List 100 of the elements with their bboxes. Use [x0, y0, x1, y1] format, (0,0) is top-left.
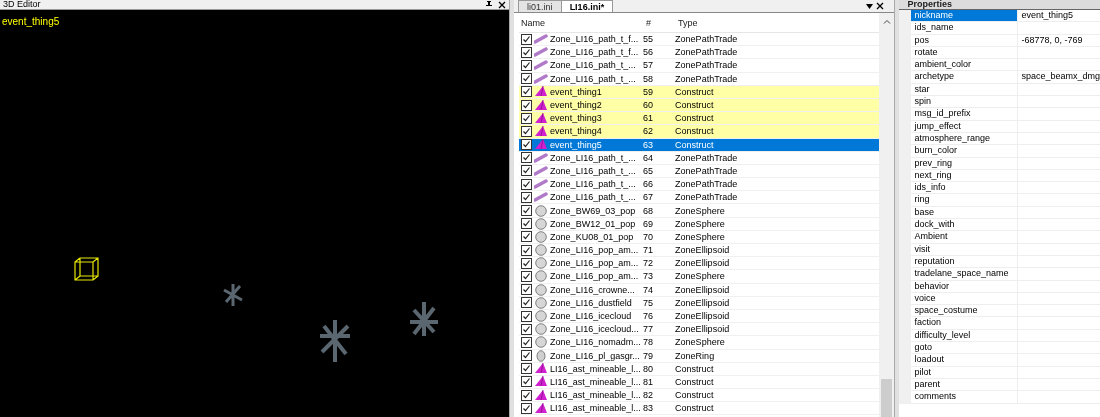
property-name[interactable]: ids_info — [911, 182, 1019, 194]
list-row[interactable]: Zone_BW12_01_pop 69 ZoneSphere — [519, 217, 880, 231]
checkbox[interactable] — [521, 231, 533, 243]
checkbox[interactable] — [521, 178, 533, 190]
property-name[interactable]: jump_effect — [911, 120, 1019, 132]
checkbox[interactable] — [521, 363, 533, 375]
property-name[interactable]: archetype — [911, 71, 1019, 83]
property-name[interactable]: goto — [911, 342, 1019, 354]
property-name[interactable]: visit — [911, 243, 1019, 255]
property-name[interactable]: loadout — [911, 354, 1019, 366]
property-name[interactable]: rotate — [911, 46, 1019, 59]
list-row[interactable]: Zone_LI16_path_t_... 65 ZonePathTrade — [519, 164, 880, 179]
property-value[interactable]: event_thing5 — [1018, 10, 1100, 22]
list-row[interactable]: event_thing3 61 Construct — [519, 112, 880, 126]
checkbox[interactable] — [521, 350, 533, 362]
list-row[interactable]: Zone_LI16_nomadm... 78 ZoneSphere — [519, 336, 880, 350]
checkbox[interactable] — [521, 73, 533, 85]
checkbox[interactable] — [521, 191, 533, 203]
property-name[interactable]: base — [911, 206, 1019, 219]
property-name[interactable]: dock_with — [911, 219, 1019, 231]
checkbox[interactable] — [521, 270, 533, 282]
pin-icon[interactable] — [485, 1, 494, 9]
checkbox[interactable] — [521, 376, 533, 388]
property-name[interactable]: behavior — [911, 280, 1019, 292]
list-row[interactable]: LI16_ast_mineable_l... 82 Construct — [519, 389, 880, 403]
checkbox[interactable] — [521, 402, 533, 414]
property-name[interactable]: voice — [911, 292, 1019, 305]
column-header[interactable]: Type — [678, 17, 880, 28]
list-row[interactable]: event_thing4 62 Construct — [519, 125, 880, 139]
list-row[interactable]: LI16_ast_mineable_l... 83 Construct — [519, 402, 880, 416]
column-header[interactable]: # — [643, 17, 679, 28]
checkbox[interactable] — [521, 284, 533, 296]
property-name[interactable]: Ambient — [911, 231, 1019, 243]
checkbox[interactable] — [521, 205, 533, 217]
checkbox[interactable] — [521, 59, 533, 71]
property-value[interactable]: -68778, 0, -769 — [1018, 34, 1100, 46]
list-row[interactable]: Zone_LI16_path_t_f... 55 ZonePathTrade — [519, 33, 880, 47]
property-value[interactable]: space_beamx_dmg — [1018, 71, 1100, 83]
property-name[interactable]: atmosphere_range — [911, 132, 1019, 145]
property-name[interactable]: next_ring — [911, 169, 1019, 182]
list-row[interactable]: Zone_LI16_path_t_... 58 ZonePathTrade — [519, 72, 880, 86]
checkbox[interactable] — [521, 152, 533, 164]
scroll-thumb[interactable] — [881, 379, 893, 417]
checkbox[interactable] — [521, 389, 533, 401]
checkbox[interactable] — [521, 125, 533, 137]
list-row[interactable]: Zone_LI16_icecloud... 77 ZoneEllipsoid — [519, 323, 880, 337]
checkbox[interactable] — [521, 139, 533, 151]
property-name[interactable]: tradelane_space_name — [911, 268, 1019, 280]
property-name[interactable]: msg_id_prefix — [911, 108, 1019, 120]
property-name[interactable]: comments — [911, 391, 1019, 403]
property-name[interactable]: ring — [911, 194, 1019, 206]
property-name[interactable]: prev_ring — [911, 157, 1019, 169]
list-row[interactable]: Zone_LI16_crowne... 74 ZoneEllipsoid — [519, 283, 880, 297]
list-row[interactable]: Zone_KU08_01_pop 70 ZoneSphere — [519, 230, 880, 244]
list-row[interactable]: Zone_LI16_path_t_f... 56 ZonePathTrade — [519, 46, 880, 60]
list-row[interactable]: Zone_LI16_pl_gasgr... 79 ZoneRing — [519, 349, 880, 363]
dropdown-icon[interactable] — [866, 3, 874, 9]
checkbox[interactable] — [521, 46, 533, 58]
list-row[interactable]: Zone_LI16_pop_am... 72 ZoneEllipsoid — [519, 257, 880, 271]
property-name[interactable]: ids_name — [911, 22, 1019, 34]
property-name[interactable]: spin — [911, 96, 1019, 108]
list-row[interactable]: Zone_LI16_path_t_... 67 ZonePathTrade — [519, 191, 880, 205]
list-row[interactable]: Zone_LI16_pop_am... 73 ZoneSphere — [519, 270, 880, 284]
checkbox[interactable] — [521, 257, 533, 269]
property-name[interactable]: pos — [911, 34, 1019, 46]
file-tab[interactable]: li01.ini — [518, 0, 562, 12]
property-name[interactable]: reputation — [911, 255, 1019, 268]
list-row[interactable]: Zone_LI16_path_t_... 64 ZonePathTrade — [519, 151, 880, 165]
checkbox[interactable] — [521, 112, 533, 124]
list-row[interactable]: LI16_ast_mineable_l... 81 Construct — [519, 375, 880, 390]
close-icon[interactable] — [876, 2, 885, 10]
property-name[interactable]: ambient_color — [911, 59, 1019, 71]
property-name[interactable]: burn_color — [911, 145, 1019, 157]
list-row[interactable]: LI16_ast_mineable_l... 80 Construct — [519, 362, 880, 376]
checkbox[interactable] — [521, 33, 533, 45]
checkbox[interactable] — [521, 86, 533, 98]
close-icon[interactable] — [498, 1, 507, 9]
property-name[interactable]: pilot — [911, 366, 1019, 378]
property-name[interactable]: space_costume — [911, 305, 1019, 317]
file-tab[interactable]: LI16.ini* — [560, 0, 614, 12]
checkbox[interactable] — [521, 165, 533, 177]
checkbox[interactable] — [521, 310, 533, 322]
checkbox[interactable] — [521, 323, 533, 335]
checkbox[interactable] — [521, 336, 533, 348]
property-name[interactable]: difficulty_level — [911, 329, 1019, 341]
list-row[interactable]: Zone_LI16_pop_am... 71 ZoneEllipsoid — [519, 244, 880, 258]
checkbox[interactable] — [521, 244, 533, 256]
property-name[interactable]: faction — [911, 317, 1019, 329]
property-name[interactable]: star — [911, 83, 1019, 96]
checkbox[interactable] — [521, 99, 533, 111]
property-name[interactable]: nickname — [911, 10, 1019, 22]
checkbox[interactable] — [521, 218, 533, 230]
list-row[interactable]: Zone_LI16_path_t_... 66 ZonePathTrade — [519, 178, 880, 192]
checkbox[interactable] — [521, 297, 533, 309]
list-row[interactable]: Zone_LI16_dustfield 75 ZoneEllipsoid — [519, 296, 880, 310]
list-row[interactable]: Zone_LI16_icecloud 76 ZoneEllipsoid — [519, 309, 880, 324]
column-header[interactable]: Name — [521, 17, 644, 28]
list-row[interactable]: Zone_BW69_03_pop 68 ZoneSphere — [519, 204, 880, 218]
property-name[interactable]: parent — [911, 378, 1019, 391]
scrollbar[interactable] — [879, 13, 895, 417]
